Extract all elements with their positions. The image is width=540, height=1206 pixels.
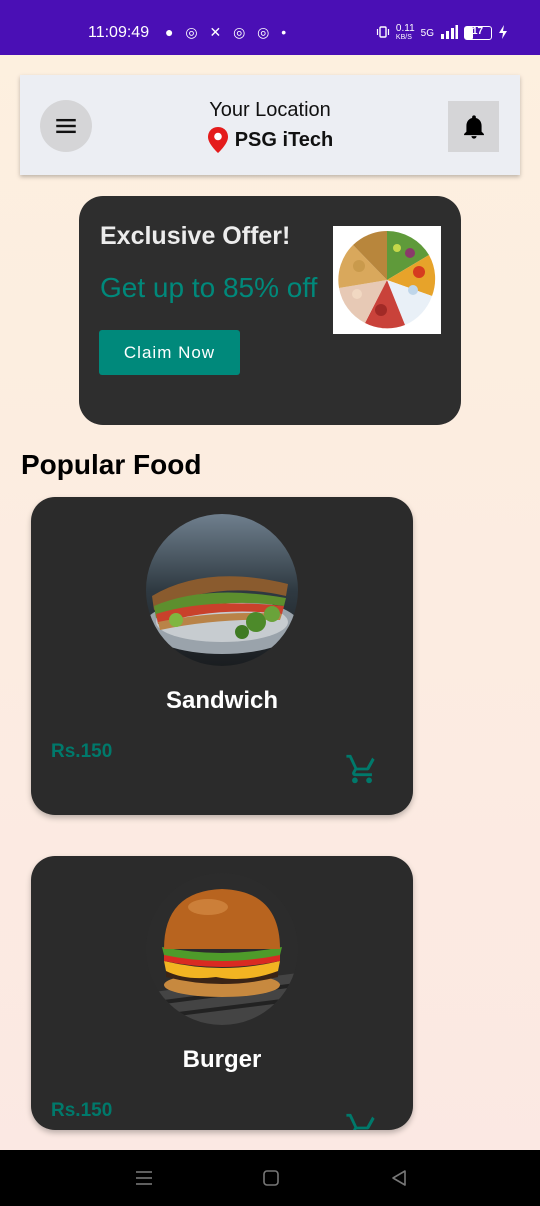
charging-icon [498, 24, 508, 42]
offer-subtitle: Get up to 85% off [100, 272, 318, 303]
status-bar: 11:09:49 ● ◎ ✕ ◎ ◎ • 0.11 KB/S 5G 17 [0, 0, 540, 55]
food-name: Burger [182, 1046, 262, 1073]
food-card-sandwich[interactable]: Sandwich Rs.150 [31, 497, 413, 815]
food-card-burger[interactable]: Burger Rs.150 [31, 856, 413, 1130]
add-to-cart-button[interactable] [345, 1111, 379, 1130]
battery-level: 17 [472, 26, 484, 37]
home-button[interactable] [259, 1168, 283, 1188]
status-right-icons: 0.11 KB/S 5G 17 [376, 24, 508, 42]
system-nav-bar [0, 1150, 540, 1206]
notification-button[interactable] [448, 101, 499, 152]
cart-icon [346, 1113, 375, 1130]
recent-apps-icon [136, 1171, 152, 1185]
location-name: PSG iTech [234, 128, 334, 151]
signal-icon [440, 24, 458, 42]
data-speed: 0.11 KB/S [396, 24, 415, 42]
data-speed-unit: KB/S [395, 34, 412, 41]
location-block[interactable]: Your Location PSG iTech [170, 99, 370, 154]
data-speed-value: 0.11 [395, 23, 415, 34]
food-price: Rs.150 [51, 741, 113, 762]
back-button[interactable] [387, 1168, 411, 1188]
battery-icon: 17 [464, 26, 492, 40]
burger-image [146, 873, 298, 1025]
location-header: Your Location PSG iTech [20, 75, 520, 175]
offer-card: Exclusive Offer! Get up to 85% off Claim… [79, 196, 461, 425]
claim-now-button[interactable]: Claim Now [99, 330, 240, 375]
location-title: Your Location [209, 99, 331, 121]
vibrate-icon [376, 25, 390, 42]
location-row: PSG iTech [170, 126, 370, 154]
notification-icons: ● ◎ ✕ ◎ ◎ • [165, 24, 291, 40]
hamburger-menu-icon [56, 118, 76, 134]
recent-apps-button[interactable] [132, 1168, 156, 1188]
sandwich-image [146, 514, 298, 666]
food-price: Rs.150 [51, 1100, 113, 1121]
add-to-cart-button[interactable] [345, 752, 379, 786]
location-pin-icon [207, 127, 228, 153]
popular-food-title: Popular Food [21, 449, 202, 480]
bell-icon [463, 114, 484, 139]
home-icon [263, 1170, 279, 1186]
back-icon [392, 1170, 406, 1186]
network-label: 5G [420, 27, 434, 39]
offer-title: Exclusive Offer! [100, 222, 291, 250]
menu-button[interactable] [40, 100, 92, 152]
food-name: Sandwich [165, 687, 279, 714]
cart-icon [346, 754, 375, 784]
food-groups-image [333, 226, 441, 334]
status-time: 11:09:49 [88, 24, 150, 41]
